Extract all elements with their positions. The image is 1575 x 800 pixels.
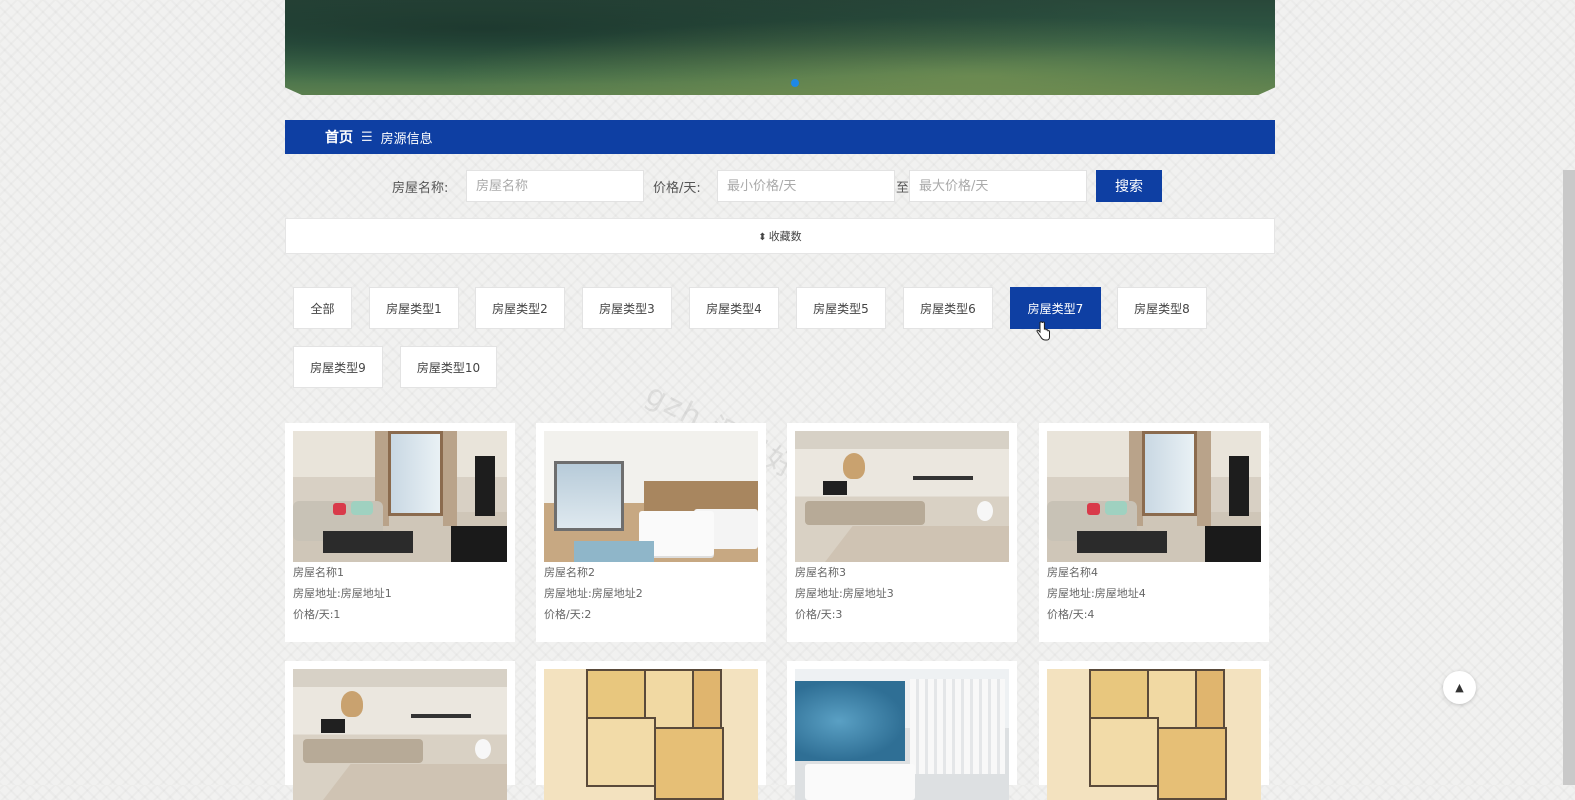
listing-image[interactable] — [293, 431, 507, 562]
listing-image[interactable] — [544, 431, 758, 562]
listing-address: 房屋地址:房屋地址3 — [795, 587, 894, 600]
listing-card[interactable]: 房屋名称1 房屋地址:房屋地址1 价格/天:1 — [285, 423, 515, 642]
sort-label: 收藏数 — [768, 230, 802, 243]
listing-image[interactable] — [1047, 431, 1261, 562]
category-tab-7[interactable]: 房屋类型7 — [1010, 287, 1101, 329]
listing-image[interactable] — [795, 431, 1009, 562]
listing-name[interactable]: 房屋名称1 — [293, 562, 507, 583]
arrow-up-icon: ▲ — [1455, 681, 1464, 694]
listing-card[interactable]: 房屋名称2 房屋地址:房屋地址2 价格/天:2 — [536, 423, 766, 642]
listing-card[interactable] — [1039, 661, 1269, 800]
listing-price: 价格/天:4 — [1047, 608, 1095, 621]
listing-name[interactable]: 房屋名称2 — [544, 562, 758, 583]
sort-by-favorites[interactable]: ⬍ 收藏数 — [758, 228, 801, 244]
sort-bar: ⬍ 收藏数 — [285, 218, 1275, 254]
category-tab-10[interactable]: 房屋类型10 — [400, 346, 497, 388]
price-label: 价格/天: — [653, 181, 701, 196]
scrollbar-thumb[interactable] — [1563, 170, 1575, 785]
category-tab-3[interactable]: 房屋类型3 — [582, 287, 672, 329]
category-tab-1[interactable]: 房屋类型1 — [369, 287, 459, 329]
listing-price: 价格/天:2 — [544, 608, 592, 621]
listing-image[interactable] — [293, 669, 507, 800]
min-price-input[interactable] — [717, 170, 895, 202]
hand-cursor-icon — [1036, 321, 1050, 341]
listing-image[interactable] — [795, 669, 1009, 800]
carousel-dot[interactable] — [791, 79, 799, 87]
hero-banner — [285, 0, 1275, 95]
search-form: 房屋名称: 价格/天: 至 搜索 — [285, 170, 1275, 202]
breadcrumb-home-link[interactable]: 首页 — [325, 127, 353, 147]
listing-address: 房屋地址:房屋地址4 — [1047, 587, 1146, 600]
listing-card[interactable]: 房屋名称4 房屋地址:房屋地址4 价格/天:4 — [1039, 423, 1269, 642]
listing-card[interactable] — [787, 661, 1017, 800]
listing-address: 房屋地址:房屋地址1 — [293, 587, 392, 600]
listing-name[interactable]: 房屋名称3 — [795, 562, 1009, 583]
listing-address: 房屋地址:房屋地址2 — [544, 587, 643, 600]
category-tab-9[interactable]: 房屋类型9 — [293, 346, 383, 388]
listing-image[interactable] — [1047, 669, 1261, 800]
category-tab-2[interactable]: 房屋类型2 — [475, 287, 565, 329]
search-button[interactable]: 搜索 — [1096, 170, 1162, 202]
category-tab-5[interactable]: 房屋类型5 — [796, 287, 886, 329]
listing-price: 价格/天:1 — [293, 608, 341, 621]
menu-icon: ☰ — [361, 129, 373, 145]
listing-price: 价格/天:3 — [795, 608, 843, 621]
max-price-input[interactable] — [909, 170, 1087, 202]
listing-image[interactable] — [544, 669, 758, 800]
sort-icon: ⬍ — [758, 232, 767, 243]
house-name-label: 房屋名称: — [392, 181, 449, 196]
house-name-input[interactable] — [466, 170, 644, 202]
category-tab-8[interactable]: 房屋类型8 — [1117, 287, 1207, 329]
category-tab-all[interactable]: 全部 — [293, 287, 352, 329]
category-tab-6[interactable]: 房屋类型6 — [903, 287, 993, 329]
listing-card[interactable] — [285, 661, 515, 800]
listing-card[interactable]: 房屋名称3 房屋地址:房屋地址3 价格/天:3 — [787, 423, 1017, 642]
breadcrumb-current: 房源信息 — [380, 131, 433, 147]
category-tab-4[interactable]: 房屋类型4 — [689, 287, 779, 329]
listing-card[interactable] — [536, 661, 766, 800]
breadcrumb: 首页 ☰ 房源信息 — [285, 120, 1275, 154]
back-to-top-button[interactable]: ▲ — [1443, 671, 1476, 704]
price-range-separator: 至 — [896, 181, 910, 196]
listing-name[interactable]: 房屋名称4 — [1047, 562, 1261, 583]
